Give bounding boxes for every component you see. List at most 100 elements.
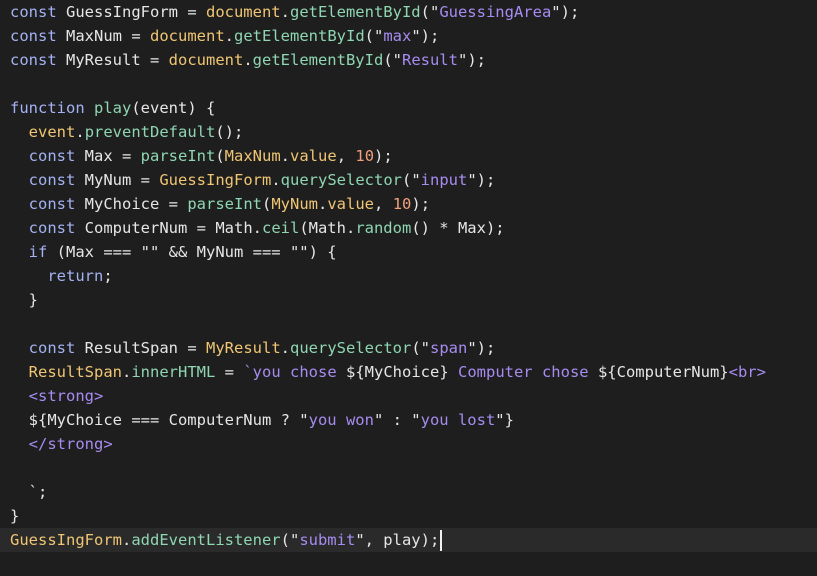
code-token: MyNum = — [75, 171, 160, 189]
code-line[interactable]: `; — [0, 480, 817, 504]
code-token: } — [10, 507, 20, 525]
code-line[interactable]: const Max = parseInt(MaxNum.value, 10); — [0, 144, 817, 168]
code-token: document — [168, 51, 244, 69]
code-token: (" — [402, 171, 421, 189]
code-token: value — [290, 147, 337, 165]
code-token: MyResult — [206, 339, 281, 357]
code-token: "} — [495, 411, 514, 429]
code-token: ResultSpan = — [75, 339, 206, 357]
code-token: ComputerNum = Math. — [75, 219, 262, 237]
code-token: "); — [411, 27, 440, 45]
code-token: (" — [420, 3, 440, 21]
code-line[interactable]: ResultSpan.innerHTML = `you chose ${MyCh… — [0, 360, 817, 384]
code-token: `you chose — [243, 363, 346, 381]
code-token: ); — [374, 147, 393, 165]
code-token: function — [10, 99, 85, 117]
code-token: ( — [215, 147, 225, 165]
code-line[interactable]: return; — [0, 264, 817, 288]
code-token: getElementById — [252, 51, 384, 69]
code-token: span — [430, 339, 468, 357]
code-token: (" — [280, 531, 300, 549]
code-token: max — [383, 27, 412, 45]
code-token: 10 — [355, 147, 375, 165]
code-token: } — [10, 291, 38, 309]
code-token: return — [47, 267, 104, 285]
code-line[interactable]: } — [0, 504, 817, 528]
code-token: . — [280, 147, 291, 165]
code-token: (Max === "" && MyNum === "") { — [47, 243, 337, 261]
code-line[interactable]: const MyResult = document.getElementById… — [0, 48, 817, 72]
code-token: Max = — [75, 147, 141, 165]
code-line[interactable]: if (Max === "" && MyNum === "") { — [0, 240, 817, 264]
code-token: document — [205, 3, 281, 21]
code-line[interactable] — [0, 312, 817, 336]
code-token: MaxNum — [224, 147, 281, 165]
code-token: ", play); — [355, 531, 440, 549]
code-token: value — [327, 195, 375, 213]
text-cursor — [440, 530, 443, 551]
code-token: ); — [411, 195, 431, 213]
code-token: event — [28, 123, 76, 141]
code-token: "); — [467, 339, 496, 357]
code-token: GuessIngForm — [10, 531, 122, 549]
code-token: (" — [364, 27, 384, 45]
code-token: GuessIngForm = — [56, 3, 206, 21]
code-token: . — [280, 339, 290, 357]
code-token: . — [122, 363, 132, 381]
code-line[interactable]: const ResultSpan = MyResult.querySelecto… — [0, 336, 817, 360]
code-line[interactable]: const MaxNum = document.getElementById("… — [0, 24, 817, 48]
code-token: GuessIngForm — [159, 171, 272, 189]
code-token: . — [75, 123, 85, 141]
code-token: querySelector — [280, 171, 402, 189]
code-editor[interactable]: const GuessIngForm = document.getElement… — [0, 0, 817, 576]
code-token: . — [271, 171, 281, 189]
code-token: . — [280, 3, 290, 21]
code-token: "); — [467, 171, 496, 189]
code-line[interactable]: </strong> — [0, 432, 817, 456]
code-line[interactable]: <strong> — [0, 384, 817, 408]
code-line[interactable] — [0, 72, 817, 96]
code-token: play — [94, 99, 132, 117]
code-token: "); — [551, 3, 580, 21]
code-token: const — [10, 3, 57, 21]
code-token: MaxNum = — [56, 27, 150, 45]
code-token: () * Max); — [411, 219, 505, 237]
code-token: input — [420, 171, 468, 189]
code-line[interactable]: } — [0, 288, 817, 312]
code-token: ( — [261, 195, 272, 213]
code-line[interactable] — [0, 456, 817, 480]
code-token: ; — [103, 267, 113, 285]
code-token: "); — [457, 51, 486, 69]
code-token: const — [28, 147, 76, 165]
code-line[interactable]: const MyNum = GuessIngForm.querySelector… — [0, 168, 817, 192]
code-token: preventDefault — [84, 123, 216, 141]
code-token: </strong> — [28, 435, 113, 453]
code-token: (); — [215, 123, 244, 141]
code-token: MyResult = — [56, 51, 169, 69]
code-token: . — [243, 51, 253, 69]
code-line[interactable]: GuessIngForm.addEventListener("submit", … — [0, 528, 817, 552]
code-token: ceil — [261, 219, 300, 237]
code-line[interactable]: function play(event) { — [0, 96, 817, 120]
code-token: <strong> — [28, 387, 104, 405]
code-line[interactable]: const GuessIngForm = document.getElement… — [0, 0, 817, 24]
code-token: getElementById — [234, 27, 365, 45]
code-token: const — [10, 27, 57, 45]
code-token: , — [374, 195, 393, 213]
code-line[interactable]: const ComputerNum = Math.ceil(Math.rando… — [0, 216, 817, 240]
code-token: addEventListener — [131, 531, 281, 549]
code-line[interactable]: event.preventDefault(); — [0, 120, 817, 144]
code-token: if — [28, 243, 48, 261]
code-token: ${MyChoice === ComputerNum ? " — [10, 411, 309, 429]
code-line[interactable]: const MyChoice = parseInt(MyNum.value, 1… — [0, 192, 817, 216]
code-line[interactable]: ${MyChoice === ComputerNum ? "you won" :… — [0, 408, 817, 432]
code-token: MyNum — [271, 195, 318, 213]
code-token: 10 — [392, 195, 412, 213]
